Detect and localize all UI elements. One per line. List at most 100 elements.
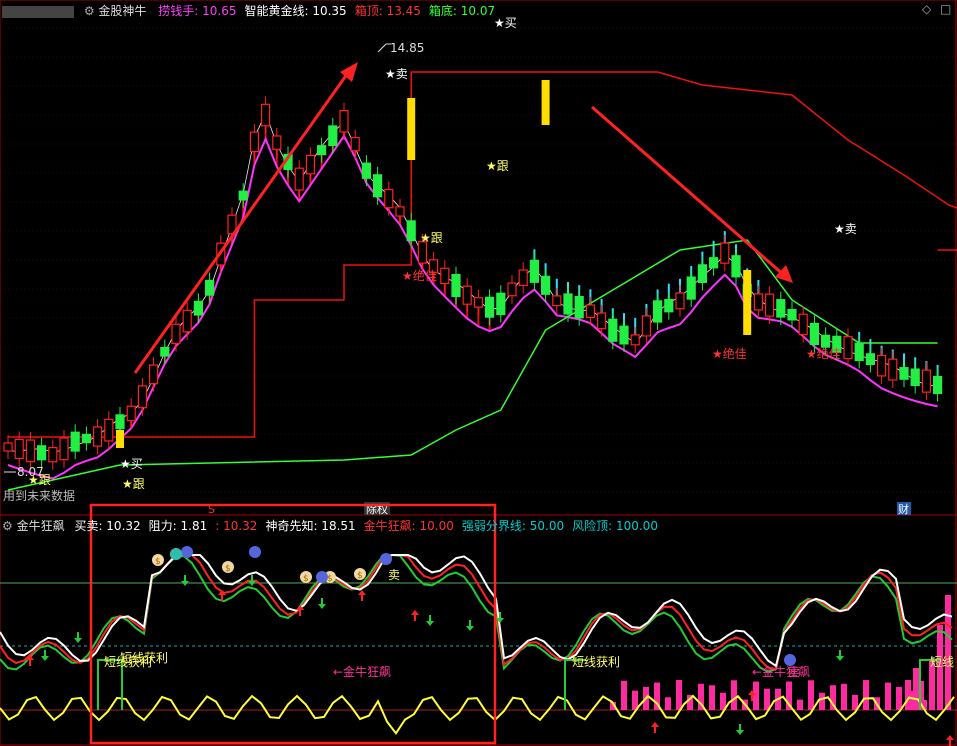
candle-body	[92, 426, 103, 447]
candle-body	[25, 439, 35, 463]
candle-body	[720, 242, 730, 264]
candle-body	[496, 292, 506, 316]
candle-body	[14, 438, 24, 460]
candle-body	[3, 442, 13, 452]
candle-body	[787, 308, 797, 321]
strength-bar	[885, 682, 891, 710]
candle-body	[764, 293, 775, 317]
candle-body	[641, 315, 652, 337]
main-indicator-name[interactable]: 金股神牛	[98, 4, 146, 18]
candle-body	[888, 358, 898, 381]
signal-follow: ★跟	[486, 159, 509, 173]
sub-annotation: ←金牛狂飙	[752, 664, 810, 679]
candle-body	[675, 292, 685, 310]
highlight-candle	[743, 270, 752, 335]
up-arrow-icon	[358, 590, 366, 601]
down-arrow-icon	[466, 620, 474, 631]
signal-best: ★绝佳	[402, 268, 437, 283]
signal-follow: ★跟	[420, 231, 443, 245]
strength-bar	[621, 680, 627, 710]
face-icon	[181, 546, 193, 558]
strength-bar	[731, 680, 737, 710]
high-price-label: 14.85	[390, 41, 424, 55]
settings-icon[interactable]: ⚙	[84, 4, 95, 18]
candle-body	[697, 264, 708, 283]
sub-indicator-name[interactable]: 金牛狂飙	[17, 519, 65, 533]
candle-body	[630, 334, 640, 346]
money-bag-sign: $	[303, 574, 309, 584]
candle-body	[149, 364, 159, 385]
down-arrow-icon	[426, 615, 434, 626]
candle-body	[361, 162, 371, 179]
band-fills	[119, 115, 939, 439]
sub-settings-icon[interactable]: ⚙	[2, 519, 13, 533]
strength-bar	[913, 668, 919, 710]
candle-body	[59, 437, 69, 461]
candle-body	[485, 296, 495, 318]
candle-body	[272, 135, 282, 150]
future-data-note: 用到未来数据	[3, 488, 75, 503]
candle-body	[317, 145, 327, 156]
candle-body	[451, 273, 461, 298]
candle-body	[540, 275, 551, 295]
candle-body	[328, 125, 338, 147]
smile-icon	[170, 548, 182, 560]
down-arrow-icon	[181, 575, 189, 586]
strength-bar	[819, 692, 825, 710]
highlight-candle	[407, 98, 416, 160]
sub-params: 买卖: 10.32 阻力: 1.81: 10.32 神奇先知: 18.51 金牛狂飙:…	[74, 519, 666, 533]
money-bag-sign: $	[225, 564, 231, 574]
chart-canvas: ★买★卖★买★卖★跟 ★跟★跟★跟★绝佳★绝佳 ★绝佳14.858.07用到未来数据…	[0, 0, 957, 746]
signal-sell: ★卖	[385, 67, 408, 81]
strength-bar	[676, 680, 682, 710]
up-arrow-icon	[411, 610, 419, 621]
candle-body	[70, 431, 80, 452]
param-1: 阻力: 1.81	[148, 519, 208, 533]
candle-body	[585, 304, 596, 319]
main-header: ⚙ 金股神牛 捞钱手: 10.65 智能黄金线: 10.35 箱顶: 13.45 箱底…	[2, 2, 503, 20]
candle-body	[507, 282, 517, 297]
candle-body	[48, 447, 58, 463]
candle-body	[596, 312, 607, 330]
candle-body	[36, 445, 47, 461]
strength-bar	[665, 697, 671, 710]
down-arrow-icon	[318, 598, 326, 609]
candle-body	[384, 188, 394, 209]
param-1: 智能黄金线: 10.35	[244, 4, 347, 18]
sub-annotation: ←金牛狂飙	[333, 664, 391, 679]
candle-body	[798, 313, 808, 336]
sub-header: ⚙ 金牛狂飙 买卖: 10.32 阻力: 1.81: 10.32 神奇先知: 18.…	[2, 517, 666, 535]
candle-body	[820, 334, 831, 348]
sub-annotation: 卖	[388, 568, 400, 582]
candle-body	[193, 300, 203, 316]
candle-body	[529, 259, 540, 283]
param-2: 箱顶: 13.45	[354, 4, 421, 18]
box-bottom-line	[7, 239, 938, 491]
candle-body	[518, 269, 528, 287]
strength-bar	[709, 685, 715, 710]
diamond-icon[interactable]: ◇	[922, 2, 931, 16]
candle-body	[137, 385, 147, 409]
close-icon[interactable]: □	[940, 2, 951, 16]
sub-annotation: 卖	[788, 665, 800, 679]
candle-body	[373, 174, 383, 198]
sub-annotation: 短线获利	[572, 655, 620, 669]
fin-marker: 财	[898, 502, 909, 516]
param-4: 金牛狂飙: 10.00	[363, 519, 454, 533]
param-3: 箱底: 10.07	[428, 4, 496, 18]
candle-body	[261, 103, 271, 127]
signal-sell: ★卖	[834, 222, 857, 236]
candle-body	[160, 346, 170, 357]
candle-body	[171, 323, 181, 345]
strength-bar	[808, 680, 814, 710]
stock-name-redacted	[2, 5, 74, 18]
signal-best: ★绝佳	[806, 346, 841, 361]
candle-body	[182, 309, 192, 333]
money-bag-sign: $	[155, 557, 161, 567]
candle-body	[574, 296, 584, 319]
candle-body	[104, 418, 114, 442]
candle-body	[552, 295, 562, 307]
candle-body	[608, 318, 618, 342]
down-arrow-icon	[836, 650, 844, 661]
candle-body	[305, 154, 315, 175]
